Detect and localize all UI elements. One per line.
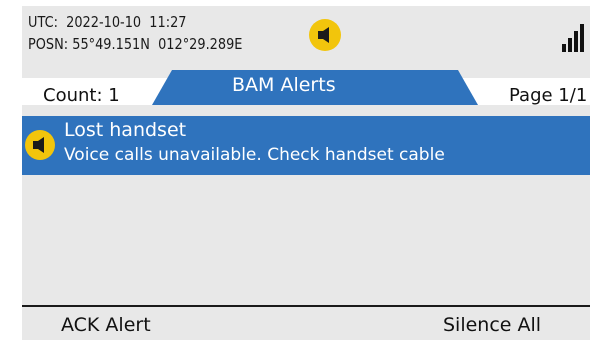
signal-strength-icon [562, 22, 584, 52]
ack-alert-button[interactable]: ACK Alert [61, 314, 151, 336]
posn-value: 55°49.151N 012°29.289E [72, 35, 243, 53]
posn-label: POSN: [28, 35, 69, 53]
tab-bam-alerts[interactable]: BAM Alerts [232, 74, 452, 96]
position-readout: POSN: 55°49.151N 012°29.289E [28, 35, 242, 53]
utc-readout: UTC: 2022-10-10 11:27 [28, 13, 186, 31]
alert-count: Count: 1 [43, 85, 120, 106]
speaker-alarm-icon [309, 19, 341, 51]
page-indicator: Page 1/1 [509, 85, 588, 106]
softkey-divider [22, 305, 590, 307]
bam-alerts-screen: UTC: 2022-10-10 11:27 POSN: 55°49.151N 0… [0, 0, 602, 345]
alert-title: Lost handset [64, 119, 187, 141]
alert-description: Voice calls unavailable. Check handset c… [64, 145, 445, 165]
utc-value: 2022-10-10 11:27 [66, 13, 187, 31]
silence-all-button[interactable]: Silence All [443, 314, 541, 336]
speaker-alarm-icon [25, 130, 55, 160]
utc-label: UTC: [28, 13, 58, 31]
alert-list-item[interactable]: Lost handset Voice calls unavailable. Ch… [22, 116, 590, 175]
tab-bar: Count: 1 BAM Alerts Page 1/1 [22, 70, 590, 106]
